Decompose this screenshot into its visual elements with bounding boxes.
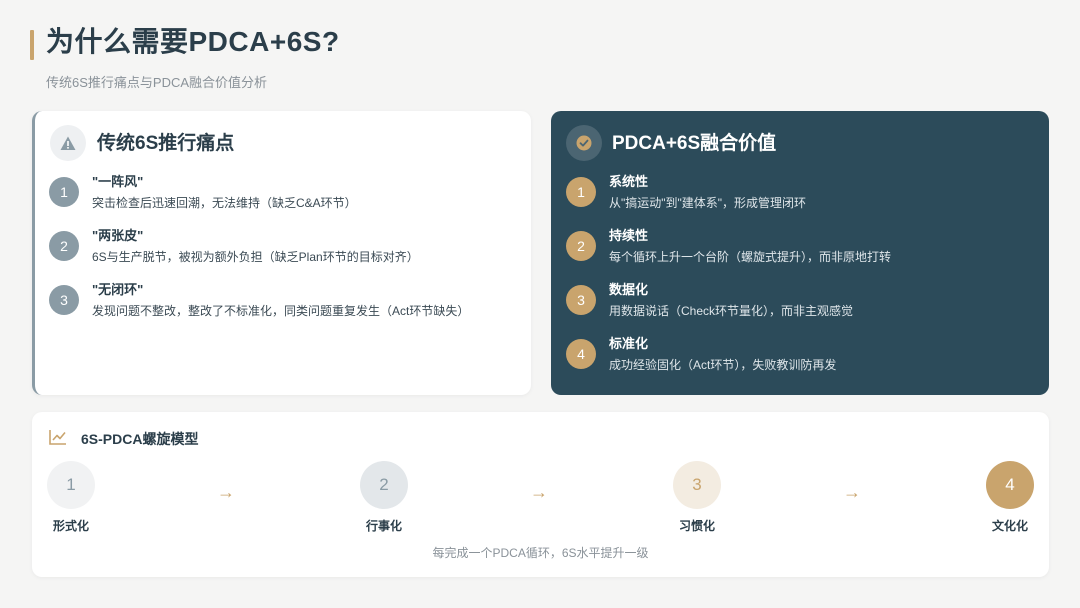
stage-number: 2 — [360, 461, 408, 509]
item-number: 3 — [566, 285, 596, 315]
arrow-right-icon: → — [843, 482, 861, 502]
pain-points-title: 传统6S推行痛点 — [97, 133, 235, 154]
item-title: "两张皮" — [92, 228, 144, 243]
item-title: "无闭环" — [92, 282, 144, 297]
item-description: 成功经验固化（Act环节），失败教训防再发 — [609, 358, 837, 372]
stage-step: 2 行事化 — [359, 461, 409, 533]
item-title: "一阵风" — [92, 174, 144, 189]
item-description: 发现问题不整改，整改了不标准化，同类问题重复发生（Act环节缺失） — [92, 304, 470, 318]
stage-label: 行事化 — [365, 519, 402, 533]
stage-label: 形式化 — [52, 519, 89, 533]
check-circle-icon — [566, 125, 602, 161]
item-description: 每个循环上升一个台阶（螺旋式提升），而非原地打转 — [609, 250, 892, 264]
stage-step: 3 习惯化 — [672, 461, 722, 533]
page-title: 为什么需要PDCA+6S? — [46, 26, 340, 57]
item-title: 持续性 — [609, 228, 649, 243]
page-subtitle: 传统6S推行痛点与PDCA融合价值分析 — [46, 75, 268, 90]
spiral-model-title: 6S-PDCA螺旋模型 — [81, 431, 199, 447]
stage-number: 3 — [673, 461, 721, 509]
line-chart-icon — [49, 429, 67, 450]
model-footnote: 每完成一个PDCA循环，6S水平提升一级 — [432, 546, 649, 560]
fusion-value-title: PDCA+6S融合价值 — [612, 133, 777, 154]
item-number: 2 — [566, 231, 596, 261]
item-description: 6S与生产脱节，被视为额外负担（缺乏Plan环节的目标对齐） — [92, 250, 419, 264]
stage-number: 1 — [47, 461, 95, 509]
item-number: 3 — [49, 285, 79, 315]
arrow-right-icon: → — [217, 482, 235, 502]
warning-icon — [50, 125, 86, 161]
arrow-right-icon: → — [530, 482, 548, 502]
stage-step: 1 形式化 — [46, 461, 96, 533]
spiral-model-card: 6S-PDCA螺旋模型 1 形式化 → 2 行事化 → 3 习惯化 → 4 文化… — [32, 412, 1049, 577]
item-title: 数据化 — [609, 282, 649, 297]
title-accent-bar — [30, 30, 34, 60]
item-description: 从"搞运动"到"建体系"，形成管理闭环 — [609, 196, 807, 210]
pain-points-card: 传统6S推行痛点 1 "一阵风" 突击检查后迅速回潮，无法维持（缺乏C&A环节）… — [32, 111, 531, 395]
item-description: 突击检查后迅速回潮，无法维持（缺乏C&A环节） — [92, 196, 357, 210]
item-number: 4 — [566, 339, 596, 369]
stage-label: 文化化 — [991, 519, 1028, 533]
stage-label: 习惯化 — [678, 519, 715, 533]
item-number: 2 — [49, 231, 79, 261]
stage-step: 4 文化化 — [985, 461, 1035, 533]
stage-number: 4 — [986, 461, 1034, 509]
fusion-value-card: PDCA+6S融合价值 1 系统性 从"搞运动"到"建体系"，形成管理闭环 2 … — [551, 111, 1049, 395]
item-title: 系统性 — [609, 174, 649, 189]
item-description: 用数据说话（Check环节量化），而非主观感觉 — [609, 304, 854, 318]
item-title: 标准化 — [609, 336, 649, 351]
item-number: 1 — [49, 177, 79, 207]
item-number: 1 — [566, 177, 596, 207]
